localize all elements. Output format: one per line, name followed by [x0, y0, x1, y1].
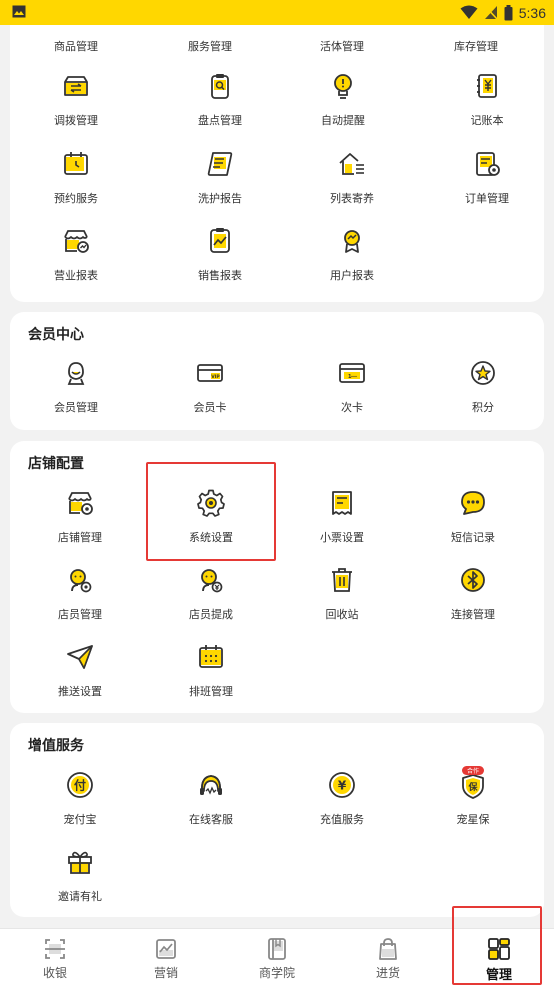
menu-item-connection-management[interactable]: 连接管理	[407, 564, 539, 630]
gift-icon	[68, 851, 92, 874]
store-config-card: 店铺配置 店铺管理 系统设置 小票设置 短信记录 店员管理 店员提成 回收站 连…	[10, 441, 544, 713]
shopping-bag-icon	[379, 938, 397, 960]
menu-item-count-card[interactable]: 1 次卡	[286, 357, 418, 423]
transfer-box-icon	[64, 76, 88, 96]
svg-text:VIP: VIP	[211, 374, 220, 380]
svg-text:付: 付	[74, 778, 86, 793]
scroll-report-icon	[207, 152, 233, 176]
schedule-icon	[199, 645, 223, 668]
menu-item-staff-commission[interactable]: 店员提成	[145, 564, 277, 630]
pay-coin-icon: 付	[67, 772, 93, 798]
star-points-icon	[471, 361, 495, 385]
headset-icon	[200, 775, 222, 795]
tab-cashier[interactable]: 收银	[0, 929, 110, 986]
inventory-check-icon	[211, 74, 229, 99]
menu-item-user-report[interactable]: 用户报表	[286, 225, 418, 291]
value-added-title: 增值服务	[28, 738, 84, 754]
menu-item-business-report[interactable]: 营业报表	[10, 225, 142, 291]
no-signal-icon	[484, 5, 498, 20]
menu-item-appointment[interactable]: 预约服务	[10, 148, 142, 214]
store-chart-icon	[64, 230, 89, 253]
menu-item-pet-pay[interactable]: 付 宠付宝	[14, 769, 146, 835]
status-bar: 5:36	[0, 0, 554, 25]
menu-item-recycle-bin[interactable]: 回收站	[276, 564, 408, 630]
order-gear-icon	[476, 152, 500, 176]
battery-icon	[504, 4, 513, 20]
menu-item-auto-reminder[interactable]: 自动提醒	[277, 70, 409, 136]
menu-item-invite-rewards[interactable]: 邀请有礼	[14, 846, 146, 912]
user-chart-icon	[344, 230, 360, 253]
image-notification-icon	[12, 5, 26, 18]
highlight-tab-management	[452, 906, 542, 985]
svg-text:1: 1	[348, 374, 352, 380]
menu-item-recharge-service[interactable]: ¥ 充值服务	[276, 769, 408, 835]
chat-bubble-icon	[461, 491, 485, 515]
book-icon	[268, 938, 286, 960]
bulb-alert-icon	[334, 74, 352, 99]
marketing-chart-icon	[156, 939, 176, 959]
tab-purchase[interactable]: 进货	[333, 929, 443, 986]
svg-text:合作: 合作	[467, 767, 479, 775]
menu-item-grooming-report[interactable]: 洗护报告	[154, 148, 286, 214]
menu-item-staff-management[interactable]: 店员管理	[14, 564, 146, 630]
menu-item-sms-records[interactable]: 短信记录	[407, 487, 539, 553]
menu-item-shift-schedule[interactable]: 排班管理	[145, 641, 277, 707]
menu-item-store-management[interactable]: 店铺管理	[14, 487, 146, 553]
wifi-icon	[460, 5, 478, 19]
count-card-icon: 1	[339, 363, 365, 383]
sales-trend-icon	[210, 228, 230, 253]
bluetooth-icon	[461, 568, 485, 592]
menu-item-ledger[interactable]: 记账本	[421, 70, 553, 136]
svg-text:保: 保	[467, 781, 478, 793]
menu-item-orders[interactable]: 订单管理	[421, 148, 553, 214]
menu-item-sales-report[interactable]: 销售报表	[154, 225, 286, 291]
store-gear-icon	[68, 492, 93, 515]
menu-item-points[interactable]: 积分	[417, 357, 549, 423]
store-config-title: 店铺配置	[28, 456, 84, 472]
value-added-card: 增值服务 付 宠付宝 在线客服 ¥ 充值服务 保合作 宠星保 邀请有礼	[10, 723, 544, 917]
ledger-icon	[477, 74, 497, 98]
vip-card-icon: VIP	[197, 364, 223, 382]
member-avatar-icon	[67, 362, 85, 385]
management-card: 商品管理 服务管理 活体管理 库存管理 调拨管理 盘点管理 自动提醒 记账本 预…	[10, 25, 544, 302]
menu-item-push-settings[interactable]: 推送设置	[14, 641, 146, 707]
highlight-system-settings	[146, 462, 276, 561]
calendar-clock-icon	[64, 152, 88, 175]
paper-plane-icon	[67, 645, 93, 669]
trash-icon	[332, 568, 352, 592]
menu-item-boarding-list[interactable]: 列表寄养	[286, 148, 418, 214]
yuan-coin-icon: ¥	[329, 772, 355, 798]
menu-item-stocktaking[interactable]: 盘点管理	[154, 70, 286, 136]
staff-gear-icon	[70, 569, 92, 593]
staff-commission-icon	[201, 569, 223, 593]
cashier-icon	[45, 939, 65, 959]
menu-item-receipt-settings[interactable]: 小票设置	[276, 487, 408, 553]
insurance-shield-icon: 保合作	[462, 766, 484, 799]
member-center-title: 会员中心	[28, 327, 84, 343]
receipt-icon	[332, 491, 352, 515]
house-list-icon	[339, 153, 364, 175]
menu-item-member-management[interactable]: 会员管理	[10, 357, 142, 423]
menu-item-transfer[interactable]: 调拨管理	[10, 70, 142, 136]
svg-text:¥: ¥	[338, 779, 347, 793]
tab-academy[interactable]: 商学院	[222, 929, 332, 986]
menu-item-pet-insurance[interactable]: 保合作 宠星保	[407, 766, 539, 835]
tab-marketing[interactable]: 营销	[111, 929, 221, 986]
menu-item-online-support[interactable]: 在线客服	[145, 769, 277, 835]
status-time: 5:36	[518, 4, 546, 21]
member-center-card: 会员中心 会员管理 VIP 会员卡 1 次卡 积分	[10, 312, 544, 430]
menu-item-member-card[interactable]: VIP 会员卡	[144, 357, 276, 423]
